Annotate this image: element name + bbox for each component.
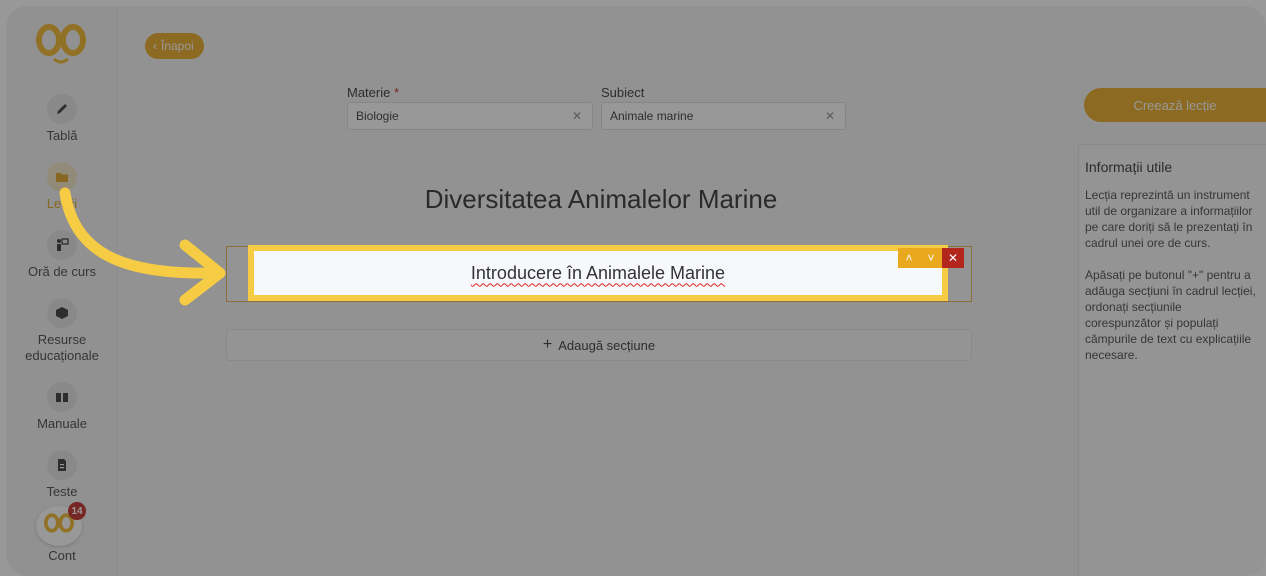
close-icon: ✕ [947,251,959,265]
chevron-down-icon: ˅ [927,251,935,265]
chevron-up-icon: ˄ [905,251,913,265]
section-toolbar: ˄ ˅ ✕ [898,248,964,268]
move-up-button[interactable]: ˄ [898,248,920,268]
section-title-input[interactable]: Introducere în Animalele Marine [248,245,948,301]
move-down-button[interactable]: ˅ [920,248,942,268]
section-title-text: Introducere în Animalele Marine [470,262,726,283]
tutorial-arrow-icon [59,187,226,306]
delete-section-button[interactable]: ✕ [942,248,964,268]
